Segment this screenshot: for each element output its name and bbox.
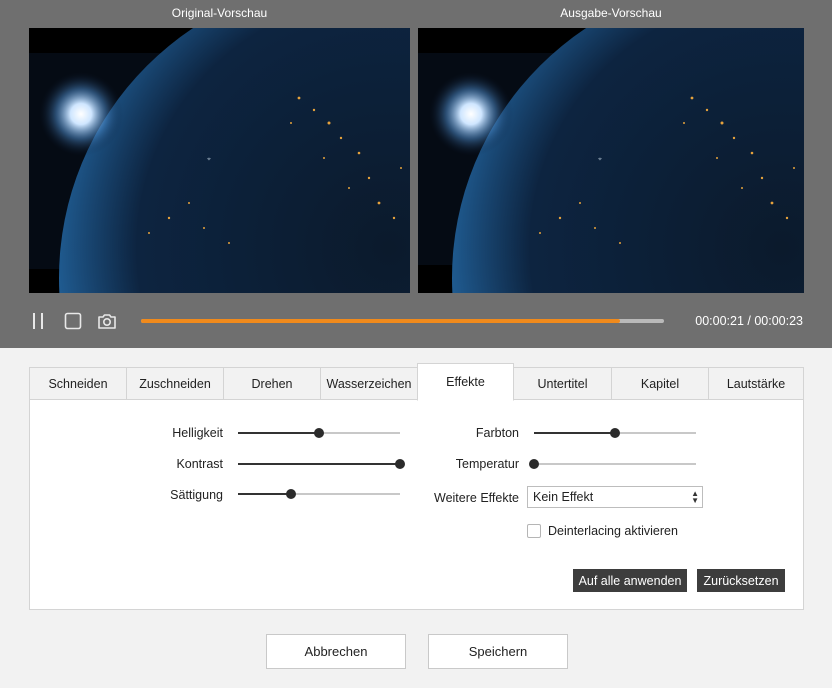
time-readout: 00:00:21 / 00:00:23 [695,314,803,328]
saturation-slider-knob[interactable] [286,489,297,499]
hue-slider[interactable] [534,427,696,439]
stop-icon[interactable] [62,310,84,332]
tab-effekte[interactable]: Effekte [417,363,514,401]
temperature-slider[interactable] [529,458,696,470]
tab-untertitel[interactable]: Untertitel [514,367,611,400]
editor-tabs: Schneiden Zuschneiden Drehen Wasserzeich… [29,363,804,401]
tab-kapitel[interactable]: Kapitel [611,367,708,400]
svg-text:⌖: ⌖ [207,156,211,163]
hue-label: Farbton [475,426,519,440]
contrast-slider[interactable] [238,458,405,470]
original-preview-title: Original-Vorschau [171,6,268,20]
camera-icon[interactable] [96,310,118,332]
earth-night-image: ⌖ [29,28,410,293]
brightness-slider[interactable] [238,427,400,439]
temperature-label: Temperatur [455,457,519,471]
select-arrows-icon: ▲ ▼ [691,489,699,505]
preview-area: Original-Vorschau Ausgabe-Vorschau ⌖ ⌖ 0… [0,0,832,348]
more-effects-selected-value: Kein Effekt [533,490,594,504]
playback-progress-bar[interactable] [141,319,664,323]
tab-schneiden[interactable]: Schneiden [29,367,126,400]
reset-button[interactable]: Zurücksetzen [697,569,785,592]
saturation-label: Sättigung [170,488,223,502]
tab-wasserzeichen[interactable]: Wasserzeichen [320,367,417,400]
save-button[interactable]: Speichern [428,634,568,669]
playback-progress-fill [141,319,620,323]
tab-drehen[interactable]: Drehen [223,367,320,400]
earth-night-image: ⌖ [418,28,804,293]
deinterlace-checkbox[interactable] [527,524,541,538]
output-preview-title: Ausgabe-Vorschau [560,6,662,20]
tab-lautstaerke[interactable]: Lautstärke [708,367,804,400]
contrast-label: Kontrast [176,457,223,471]
more-effects-label: Weitere Effekte [434,491,519,505]
svg-text:⌖: ⌖ [598,156,602,163]
more-effects-select[interactable]: Kein Effekt ▲ ▼ [527,486,703,508]
apply-all-button[interactable]: Auf alle anwenden [573,569,687,592]
playback-controls: 00:00:21 / 00:00:23 [0,306,832,336]
brightness-label: Helligkeit [172,426,223,440]
deinterlace-label[interactable]: Deinterlacing aktivieren [548,524,678,538]
cancel-button[interactable]: Abbrechen [266,634,406,669]
temperature-slider-knob[interactable] [529,459,539,469]
contrast-slider-knob[interactable] [395,459,405,469]
output-video-preview: ⌖ [418,28,804,293]
pause-icon[interactable] [28,310,50,332]
tab-zuschneiden[interactable]: Zuschneiden [126,367,223,400]
original-video-preview: ⌖ [29,28,410,293]
hue-slider-knob[interactable] [610,428,620,438]
brightness-slider-knob[interactable] [314,428,324,438]
saturation-slider[interactable] [238,488,400,500]
